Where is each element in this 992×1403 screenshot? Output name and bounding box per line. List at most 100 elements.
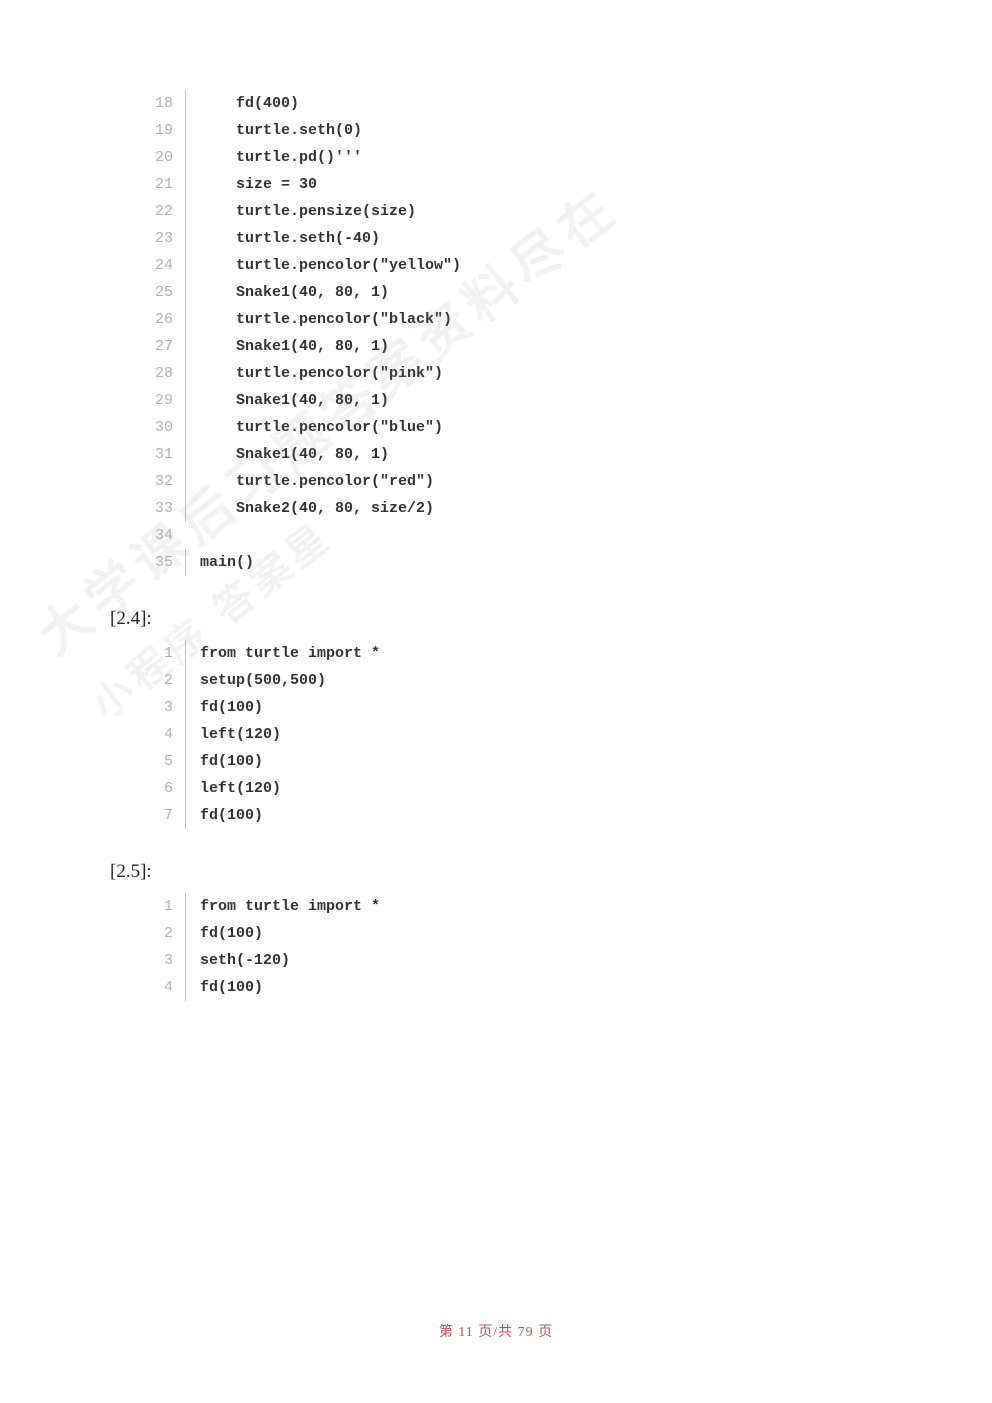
code-gutter: fd(100) [185,694,263,721]
code-text: fd(400) [200,95,299,112]
section-label-2-4: [2.4]: [110,608,882,630]
code-gutter: turtle.pensize(size) [185,198,416,225]
code-line: 19 turtle.seth(0) [155,117,882,144]
code-text: turtle.pencolor("blue") [200,419,443,436]
code-text: turtle.pensize(size) [200,203,416,220]
line-number: 30 [155,414,185,441]
code-line: 4left(120) [155,721,882,748]
code-line: 2 fd(100) [155,920,882,947]
code-text: from turtle import * [200,898,380,915]
section-label-2-5: [2.5]: [110,861,882,883]
code-gutter: fd(100) [185,920,263,947]
code-gutter: Snake1(40, 80, 1) [185,441,389,468]
code-text: size = 30 [200,176,317,193]
code-gutter: turtle.pencolor("blue") [185,414,443,441]
code-line: 22 turtle.pensize(size) [155,198,882,225]
code-line: 31 Snake1(40, 80, 1) [155,441,882,468]
line-number: 19 [155,117,185,144]
code-gutter: Snake1(40, 80, 1) [185,333,389,360]
code-line: 28 turtle.pencolor("pink") [155,360,882,387]
code-text: fd(100) [200,753,263,770]
code-gutter: main() [185,549,254,576]
code-line: 4fd(100) [155,974,882,1001]
code-text: fd(100) [200,925,263,942]
code-gutter: size = 30 [185,171,317,198]
code-text: Snake2(40, 80, size/2) [200,500,434,517]
code-line: 7 fd(100) [155,802,882,829]
code-gutter: fd(100) [185,802,263,829]
code-gutter: Snake1(40, 80, 1) [185,387,389,414]
line-number: 29 [155,387,185,414]
line-number: 27 [155,333,185,360]
code-block-1: 18 fd(400)19 turtle.seth(0)20 turtle.pd(… [155,90,882,576]
code-text: from turtle import * [200,645,380,662]
code-gutter: from turtle import * [185,640,380,667]
code-gutter: seth(-120) [185,947,290,974]
code-line: 2 setup(500,500) [155,667,882,694]
line-number: 18 [155,90,185,117]
code-gutter: Snake1(40, 80, 1) [185,279,389,306]
code-text: left(120) [200,780,281,797]
code-gutter: from turtle import * [185,893,380,920]
line-number: 3 [155,947,185,974]
code-line: 34 [155,522,882,549]
line-number: 6 [155,775,185,802]
line-number: 21 [155,171,185,198]
code-gutter: fd(100) [185,974,263,1001]
line-number: 33 [155,495,185,522]
code-text: turtle.pencolor("yellow") [200,257,461,274]
code-line: 32 turtle.pencolor("red") [155,468,882,495]
line-number: 2 [155,667,185,694]
line-number: 2 [155,920,185,947]
code-gutter: left(120) [185,721,281,748]
code-gutter: turtle.pencolor("pink") [185,360,443,387]
code-line: 21 size = 30 [155,171,882,198]
code-line: 29 Snake1(40, 80, 1) [155,387,882,414]
document-page: 大学课后习题答案资料尽在 小程序 答案星 18 fd(400)19 turtle… [0,0,992,1091]
code-line: 18 fd(400) [155,90,882,117]
line-number: 32 [155,468,185,495]
page-footer: 第 11 页/共 79 页 [0,1321,992,1341]
code-line: 3fd(100) [155,694,882,721]
code-text: setup(500,500) [200,672,326,689]
code-gutter: turtle.pencolor("black") [185,306,452,333]
code-text: turtle.pencolor("black") [200,311,452,328]
code-block-3: 1 from turtle import * 2 fd(100) 3seth(-120)… [155,893,882,1001]
code-text: turtle.pencolor("pink") [200,365,443,382]
code-text: turtle.seth(0) [200,122,362,139]
line-number: 1 [155,893,185,920]
code-gutter: left(120) [185,775,281,802]
line-number: 4 [155,721,185,748]
code-line: 5fd(100) [155,748,882,775]
code-line: 26 turtle.pencolor("black") [155,306,882,333]
line-number: 26 [155,306,185,333]
code-line: 20 turtle.pd()''' [155,144,882,171]
code-gutter: turtle.seth(-40) [185,225,380,252]
code-line: 35main() [155,549,882,576]
code-text: Snake1(40, 80, 1) [200,338,389,355]
code-line: 3seth(-120) [155,947,882,974]
code-gutter: Snake2(40, 80, size/2) [185,495,434,522]
code-text: main() [200,554,254,571]
code-text: fd(100) [200,979,263,996]
code-text: Snake1(40, 80, 1) [200,392,389,409]
line-number: 23 [155,225,185,252]
code-text: Snake1(40, 80, 1) [200,446,389,463]
code-gutter: turtle.seth(0) [185,117,362,144]
code-text: turtle.pencolor("red") [200,473,434,490]
line-number: 24 [155,252,185,279]
code-line: 1 from turtle import * [155,893,882,920]
code-text: Snake1(40, 80, 1) [200,284,389,301]
line-number: 22 [155,198,185,225]
code-text: fd(100) [200,807,263,824]
line-number: 7 [155,802,185,829]
code-line: 30 turtle.pencolor("blue") [155,414,882,441]
line-number: 20 [155,144,185,171]
line-number: 28 [155,360,185,387]
code-gutter: fd(400) [185,90,299,117]
code-text: turtle.seth(-40) [200,230,380,247]
line-number: 1 [155,640,185,667]
code-gutter: fd(100) [185,748,263,775]
code-line: 25 Snake1(40, 80, 1) [155,279,882,306]
code-block-2: 1 from turtle import * 2 setup(500,500) 3fd(… [155,640,882,829]
